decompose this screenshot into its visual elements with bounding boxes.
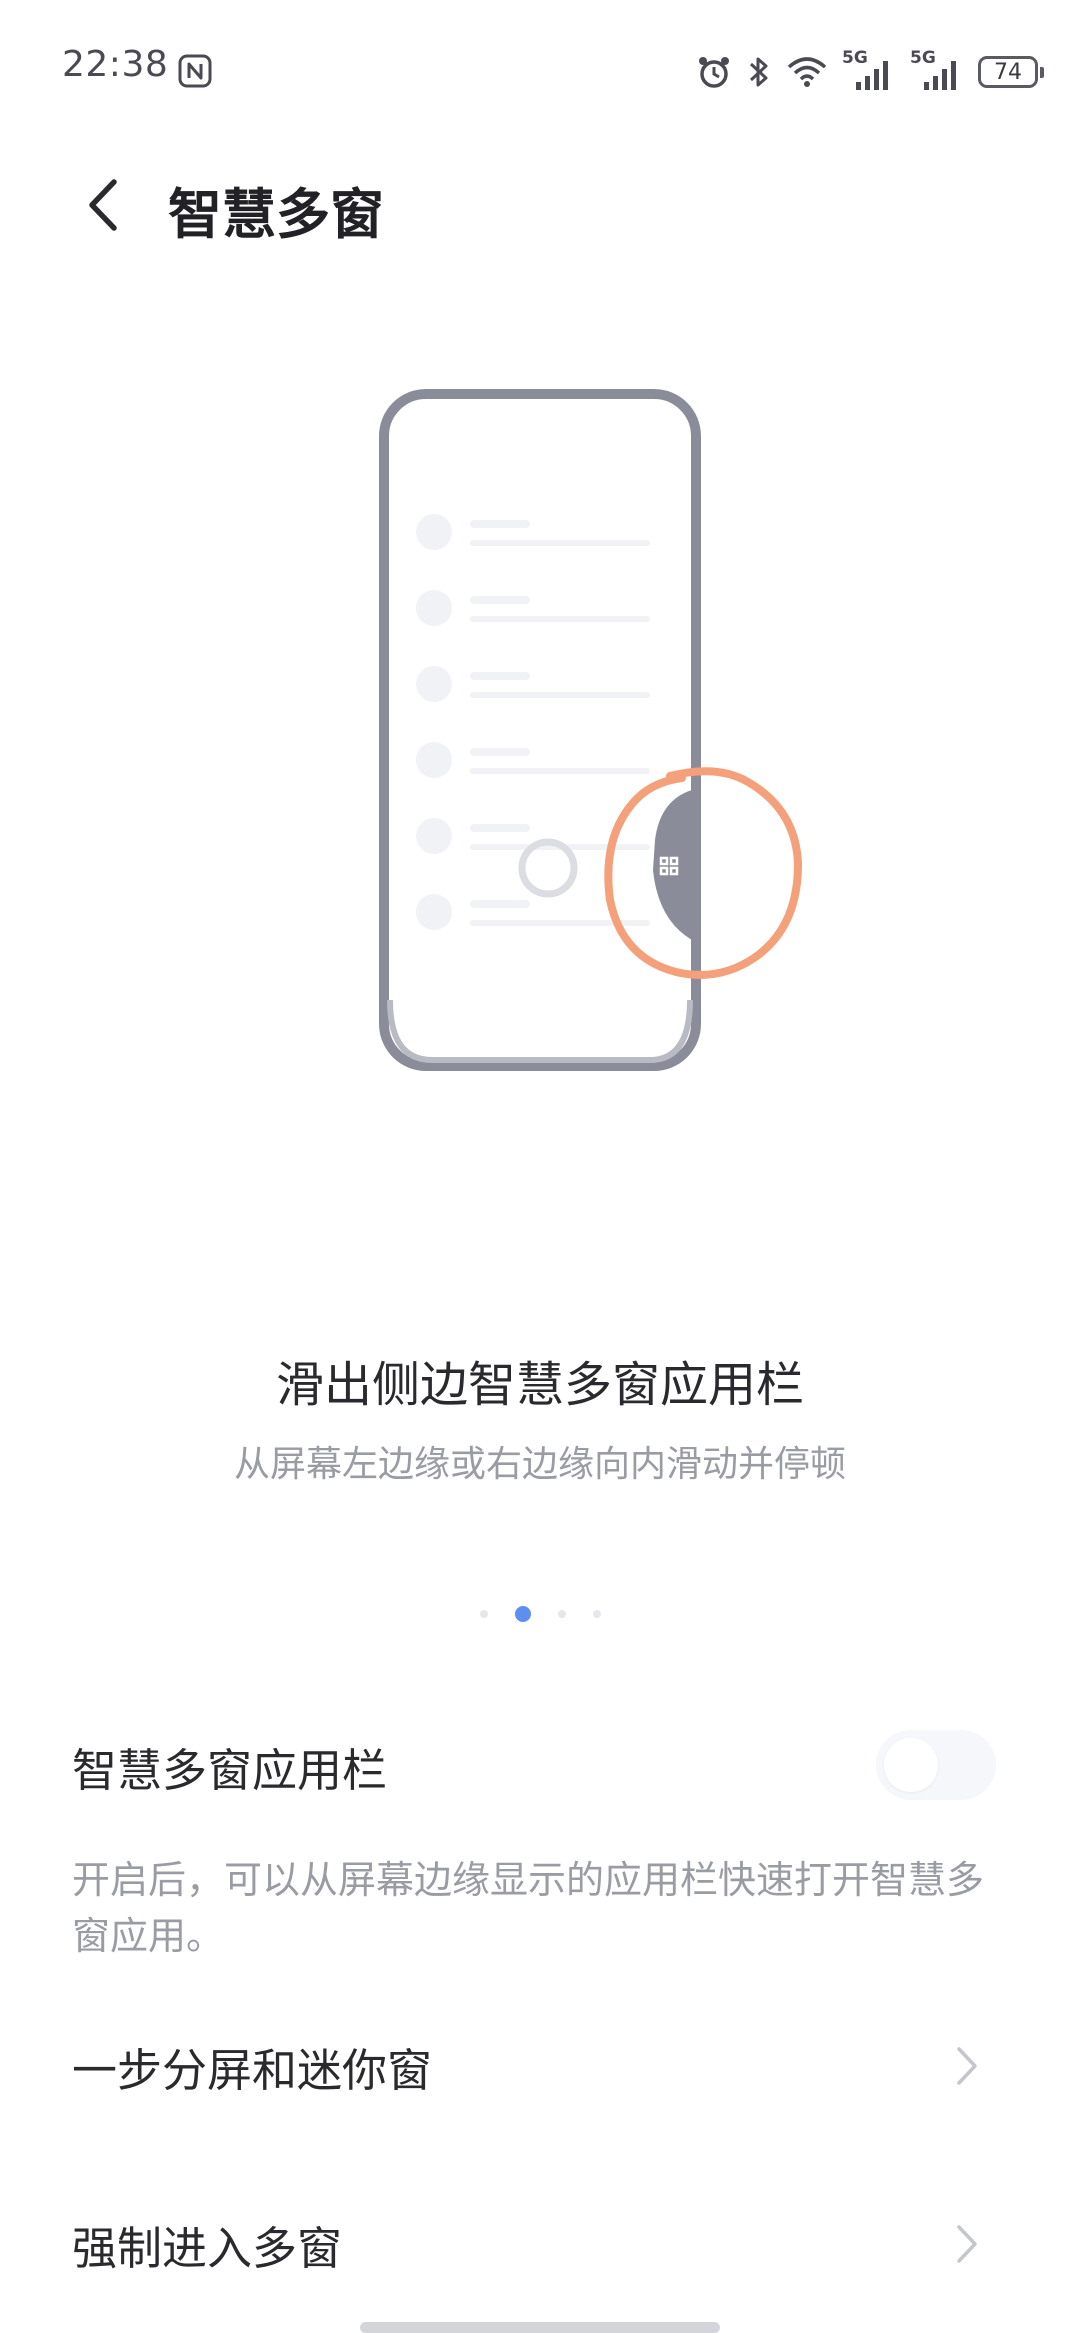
alarm-icon — [699, 57, 729, 88]
signal-icon: 5G — [842, 48, 896, 92]
network-type-2: 5G — [910, 48, 936, 68]
app-bar-description: 开启后，可以从屏幕边缘显示的应用栏快速打开智慧多窗应用。 — [72, 1858, 985, 1958]
nfc-icon — [178, 54, 212, 88]
app-bar-setting-row[interactable]: 智慧多窗应用栏 — [0, 1710, 1080, 1820]
page-dot — [557, 1610, 566, 1618]
header: 智慧多窗 — [0, 150, 1080, 260]
page-dot — [479, 1610, 488, 1618]
battery-level: 74 — [994, 59, 1022, 85]
chevron-right-icon — [957, 2047, 977, 2085]
app-bar-setting-label: 智慧多窗应用栏 — [72, 1744, 388, 1797]
chevron-left-icon[interactable] — [78, 174, 128, 236]
app-bar-toggle[interactable] — [876, 1730, 996, 1800]
toggle-knob — [884, 1738, 938, 1792]
page-dot-active — [514, 1606, 531, 1622]
status-time: 22:38 — [62, 44, 169, 85]
network-type-1: 5G — [842, 48, 868, 68]
page-dot — [592, 1610, 601, 1618]
status-icons: 5G 5G 74 — [696, 48, 1044, 94]
status-bar: 22:38 5G 5G 74 — [0, 0, 1080, 140]
wifi-icon — [787, 57, 827, 87]
guide-title: 滑出侧边智慧多窗应用栏 — [275, 1357, 804, 1413]
home-indicator[interactable] — [360, 2322, 720, 2333]
battery-icon: 74 — [978, 56, 1044, 88]
one-step-split-row[interactable]: 一步分屏和迷你窗 — [0, 2010, 1080, 2120]
bluetooth-icon — [749, 57, 768, 87]
multi-window-illustration — [379, 389, 803, 1071]
page-indicator — [0, 1606, 1080, 1622]
signal-icon-2: 5G — [910, 48, 964, 92]
force-multi-window-label: 强制进入多窗 — [72, 2222, 343, 2275]
page-title: 智慧多窗 — [168, 183, 384, 246]
guide-subtitle: 从屏幕左边缘或右边缘向内滑动并停顿 — [233, 1444, 846, 1485]
chevron-right-icon — [957, 2225, 977, 2263]
settings-page: 22:38 5G 5G 74 智慧多窗 滑出侧边智慧多窗应用栏 从屏幕左边缘或右… — [0, 0, 1080, 2333]
one-step-split-label: 一步分屏和迷你窗 — [72, 2044, 433, 2097]
force-multi-window-row[interactable]: 强制进入多窗 — [0, 2188, 1080, 2298]
